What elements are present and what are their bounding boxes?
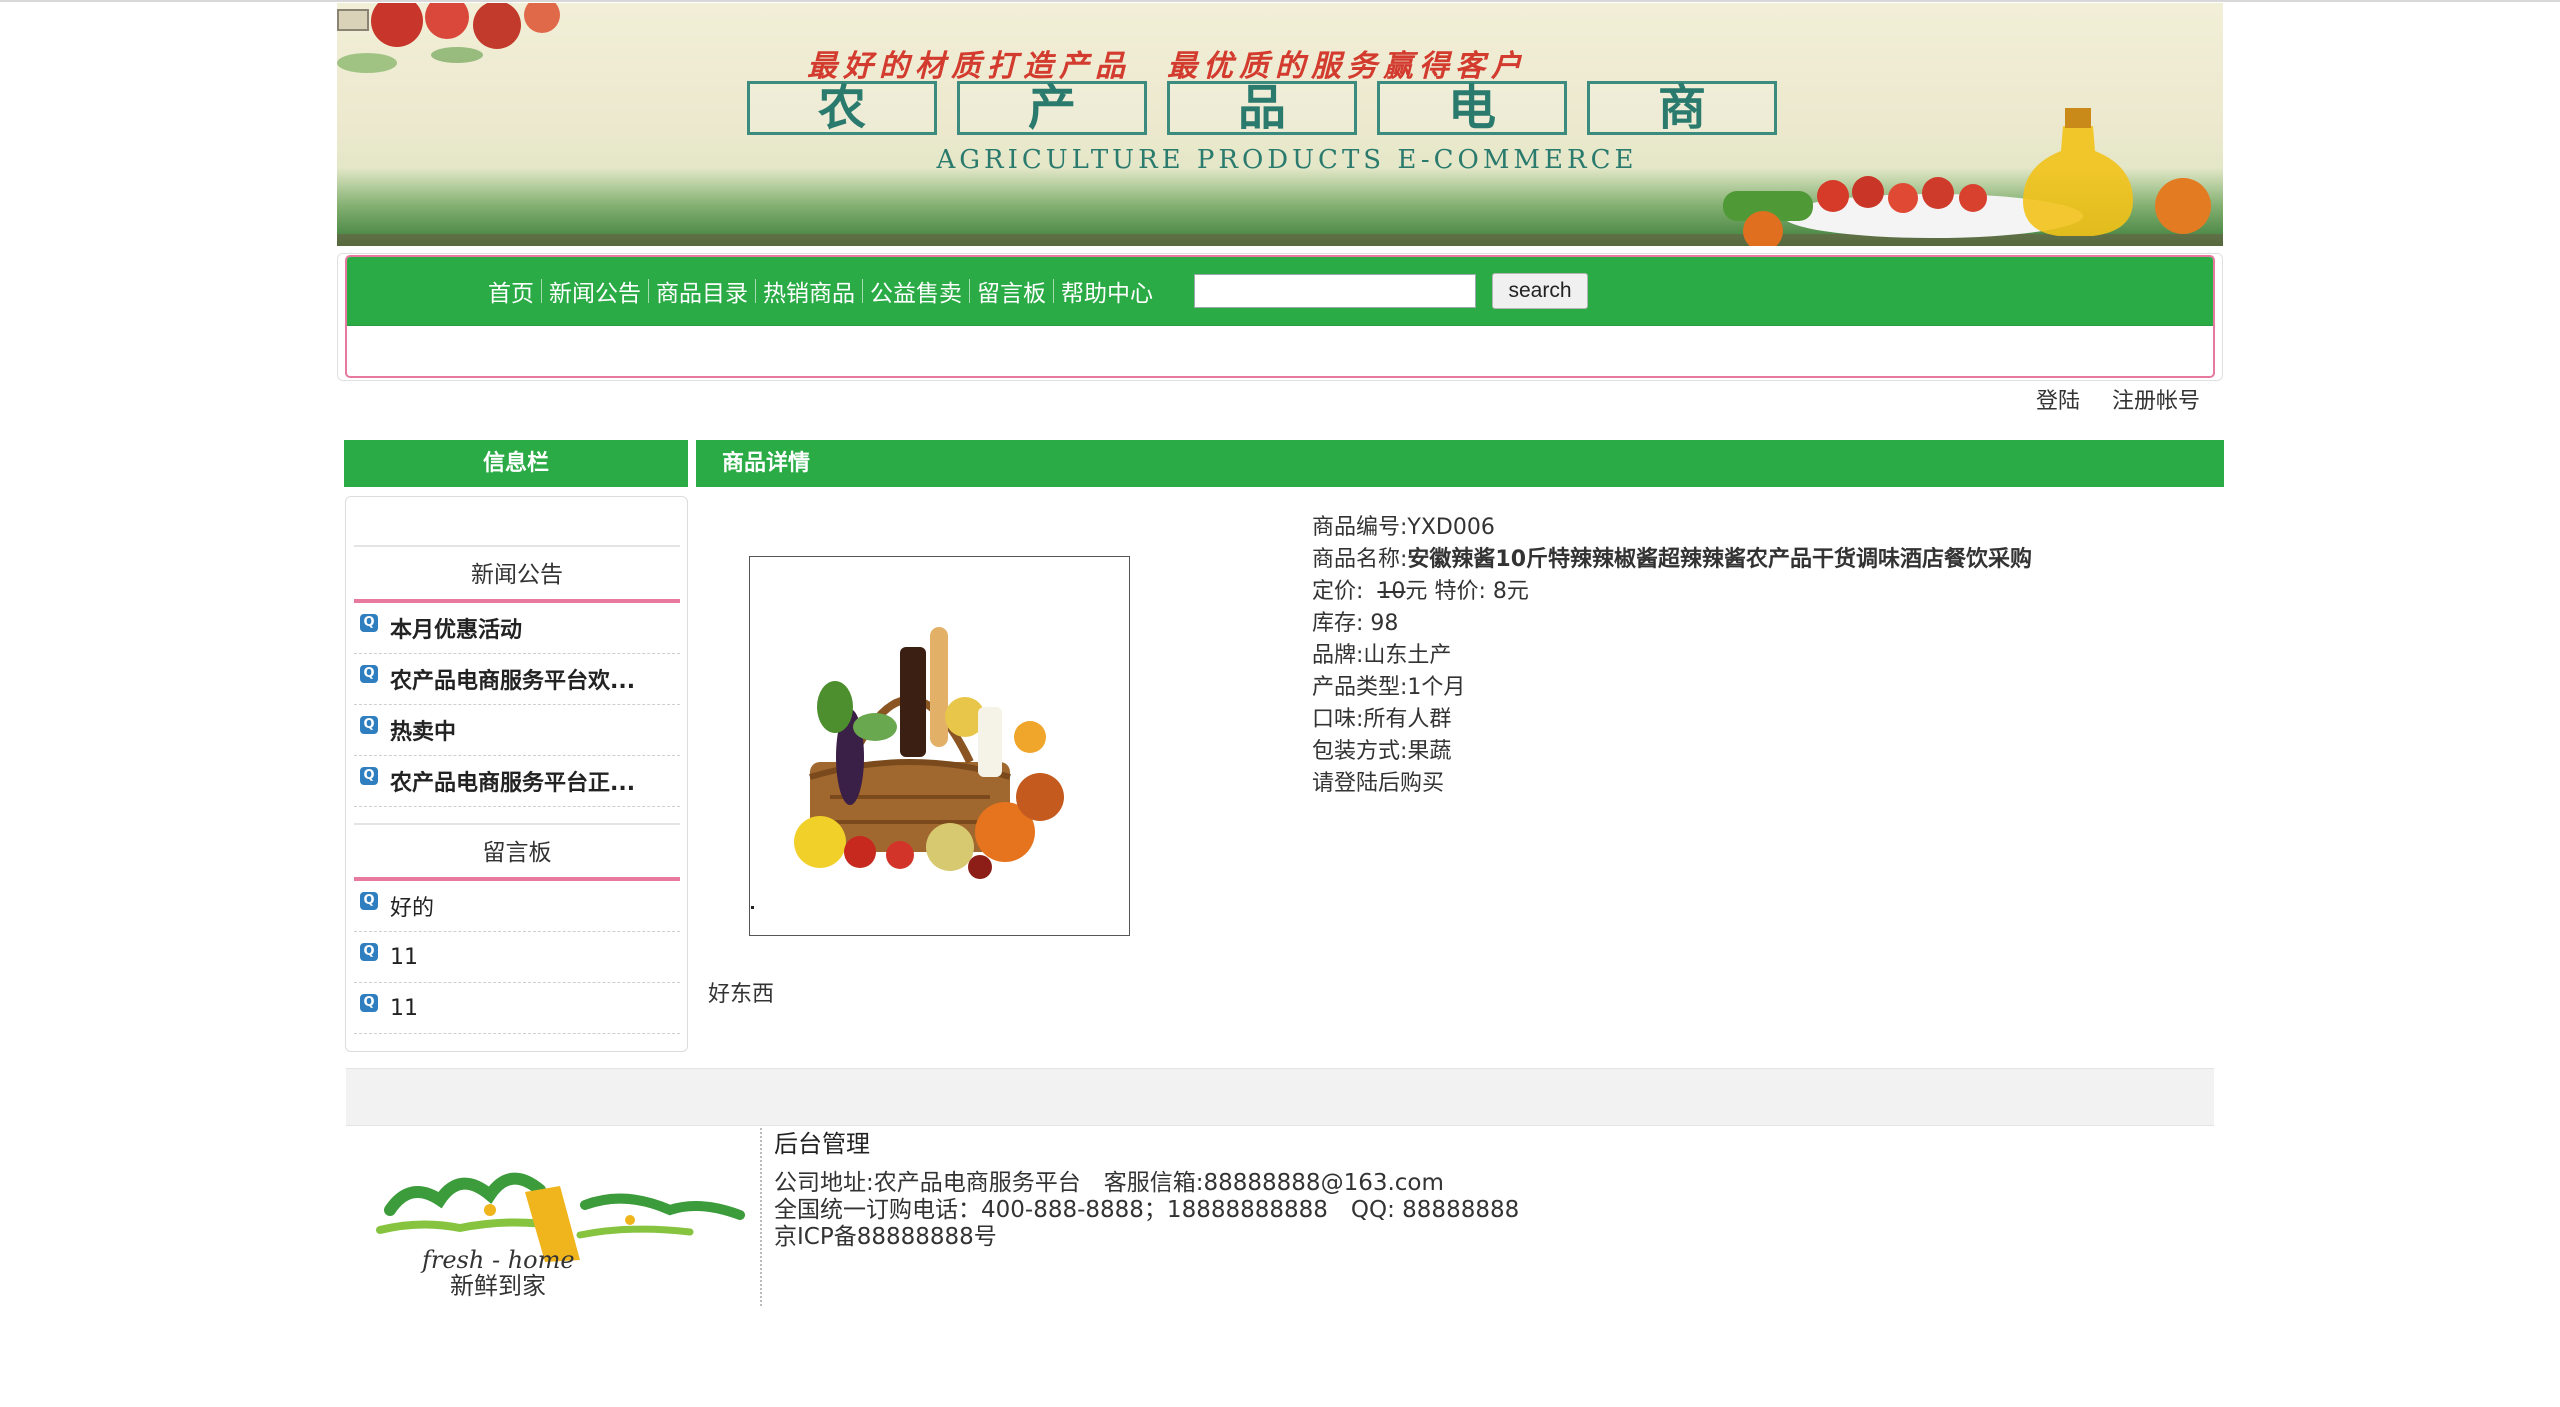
- vegetables-oil-decoration: [1723, 108, 2211, 246]
- stock-label: 库存:: [1312, 611, 1364, 636]
- news-item-text: 农产品电商服务平台正...: [390, 771, 636, 796]
- product-image: [749, 556, 1130, 936]
- banner-title-char: 品: [1167, 81, 1357, 135]
- nav-link-catalog[interactable]: 商品目录: [649, 274, 755, 308]
- product-name: 安徽辣酱10斤特辣辣椒酱超辣辣酱农产品干货调味酒店餐饮采购: [1407, 547, 2033, 572]
- broken-image-icon: [337, 9, 369, 31]
- product-code-label: 商品编号:: [1312, 515, 1408, 540]
- main-nav-bar: 首页 新闻公告 商品目录 热销商品 公益售卖 留言板 帮助中心 search: [347, 257, 2213, 326]
- icp-number: 京ICP备88888888号: [774, 1224, 997, 1250]
- product-code-row: 商品编号:YXD006: [1312, 512, 2212, 544]
- message-item[interactable]: Q 好的: [354, 881, 680, 932]
- product-stock-row: 库存: 98: [1312, 608, 2212, 640]
- message-item-text: 好的: [390, 896, 435, 921]
- message-item-text: 11: [390, 995, 418, 1021]
- special-price: 8元: [1492, 579, 1529, 604]
- product-name-row: 商品名称:安徽辣酱10斤特辣辣椒酱超辣辣酱农产品干货调味酒店餐饮采购: [1312, 544, 2212, 576]
- nav-link-home[interactable]: 首页: [481, 274, 541, 308]
- product-brand-row: 品牌:山东土产: [1312, 640, 2212, 672]
- brand-value: 山东土产: [1363, 643, 1452, 668]
- original-price: 10: [1377, 579, 1406, 604]
- login-to-buy-notice: 请登陆后购买: [1312, 771, 1445, 796]
- taste-label: 口味:: [1312, 707, 1364, 732]
- product-code: YXD006: [1407, 515, 1495, 540]
- company-address: 公司地址:农产品电商服务平台 客服信箱:88888888@163.com: [774, 1170, 1444, 1196]
- product-info: 商品编号:YXD006 商品名称:安徽辣酱10斤特辣辣椒酱超辣辣酱农产品干货调味…: [1312, 512, 2212, 800]
- login-link[interactable]: 登陆: [2036, 383, 2080, 415]
- message-item[interactable]: Q 11: [354, 932, 680, 983]
- q-bullet-icon: Q: [360, 994, 378, 1012]
- nav-link-charity[interactable]: 公益售卖: [863, 274, 969, 308]
- package-value: 果蔬: [1407, 739, 1452, 764]
- message-item[interactable]: Q 11: [354, 983, 680, 1034]
- q-bullet-icon: Q: [360, 665, 378, 683]
- news-item-text: 热卖中: [390, 720, 457, 745]
- search-button[interactable]: search: [1492, 273, 1588, 309]
- site-banner: 最好的材质打造产品 最优质的服务赢得客户 农 产 品 电 商 AGRICULTU…: [337, 3, 2223, 246]
- news-item-text: 农产品电商服务平台欢...: [390, 669, 636, 694]
- news-item[interactable]: Q 本月优惠活动: [354, 603, 680, 654]
- vegetable-basket-image: [794, 627, 1064, 879]
- banner-slogan: 最好的材质打造产品 最优质的服务赢得客户: [807, 49, 1527, 84]
- price-unit: 元: [1405, 579, 1428, 604]
- q-bullet-icon: Q: [360, 614, 378, 632]
- type-value: 1个月: [1407, 675, 1466, 700]
- nav-link-news[interactable]: 新闻公告: [542, 274, 648, 308]
- product-price-row: 定价: 10元 特价: 8元: [1312, 576, 2212, 608]
- footer-info: 公司地址:农产品电商服务平台 客服信箱:88888888@163.com 全国统…: [774, 1170, 1519, 1251]
- fresh-home-logo: fresh - home 新鲜到家: [376, 1172, 745, 1300]
- banner-title-char: 电: [1377, 81, 1567, 135]
- product-detail-header: 商品详情: [696, 440, 2224, 487]
- message-board-title[interactable]: 留言板: [354, 823, 680, 881]
- product-taste-row: 口味:所有人群: [1312, 704, 2212, 736]
- type-label: 产品类型:: [1312, 675, 1408, 700]
- order-phone: 全国统一订购电话：400-888-8888；18888888888 QQ: 88…: [774, 1197, 1520, 1223]
- news-item[interactable]: Q 农产品电商服务平台正...: [354, 756, 680, 807]
- product-type-row: 产品类型:1个月: [1312, 672, 2212, 704]
- apples-decoration: [337, 3, 560, 73]
- product-package-row: 包装方式:果蔬: [1312, 736, 2212, 768]
- special-price-label: 特价:: [1434, 579, 1486, 604]
- message-item-text: 11: [390, 944, 418, 970]
- stock-value: 98: [1370, 611, 1399, 636]
- info-sidebar: 新闻公告 Q 本月优惠活动 Q 农产品电商服务平台欢... Q 热卖中 Q 农产…: [345, 496, 688, 1052]
- package-label: 包装方式:: [1312, 739, 1408, 764]
- nav-links: 首页 新闻公告 商品目录 热销商品 公益售卖 留言板 帮助中心: [481, 274, 1160, 308]
- auth-links: 登陆 注册帐号: [2000, 383, 2200, 415]
- nav-link-hot[interactable]: 热销商品: [756, 274, 862, 308]
- footer-divider: [760, 1128, 762, 1306]
- q-bullet-icon: Q: [360, 716, 378, 734]
- nav-link-messages[interactable]: 留言板: [970, 274, 1053, 308]
- footer-bar: [346, 1068, 2214, 1126]
- news-section-title[interactable]: 新闻公告: [354, 545, 680, 603]
- price-label: 定价:: [1312, 579, 1364, 604]
- taste-value: 所有人群: [1363, 707, 1452, 732]
- banner-title-char: 产: [957, 81, 1147, 135]
- admin-link[interactable]: 后台管理: [774, 1124, 870, 1159]
- news-item[interactable]: Q 农产品电商服务平台欢...: [354, 654, 680, 705]
- sidebar-header: 信息栏: [344, 440, 688, 487]
- nav-container: 首页 新闻公告 商品目录 热销商品 公益售卖 留言板 帮助中心 search: [345, 255, 2215, 378]
- news-item-text: 本月优惠活动: [390, 618, 523, 643]
- q-bullet-icon: Q: [360, 767, 378, 785]
- product-description: 好东西: [708, 982, 775, 1007]
- image-dot-marker: [751, 906, 754, 909]
- banner-title-char: 农: [747, 81, 937, 135]
- q-bullet-icon: Q: [360, 943, 378, 961]
- message-list: Q 好的 Q 11 Q 11: [354, 881, 680, 1034]
- news-item[interactable]: Q 热卖中: [354, 705, 680, 756]
- q-bullet-icon: Q: [360, 892, 378, 910]
- top-border-line: [0, 0, 2560, 2]
- news-list: Q 本月优惠活动 Q 农产品电商服务平台欢... Q 热卖中 Q 农产品电商服务…: [354, 603, 680, 807]
- logo-script-text: fresh - home: [420, 1246, 575, 1274]
- logo-cn-text: 新鲜到家: [450, 1272, 546, 1300]
- register-link[interactable]: 注册帐号: [2112, 383, 2200, 415]
- brand-label: 品牌:: [1312, 643, 1364, 668]
- product-name-label: 商品名称:: [1312, 547, 1408, 572]
- nav-link-help[interactable]: 帮助中心: [1054, 274, 1160, 308]
- search-input[interactable]: [1194, 274, 1476, 308]
